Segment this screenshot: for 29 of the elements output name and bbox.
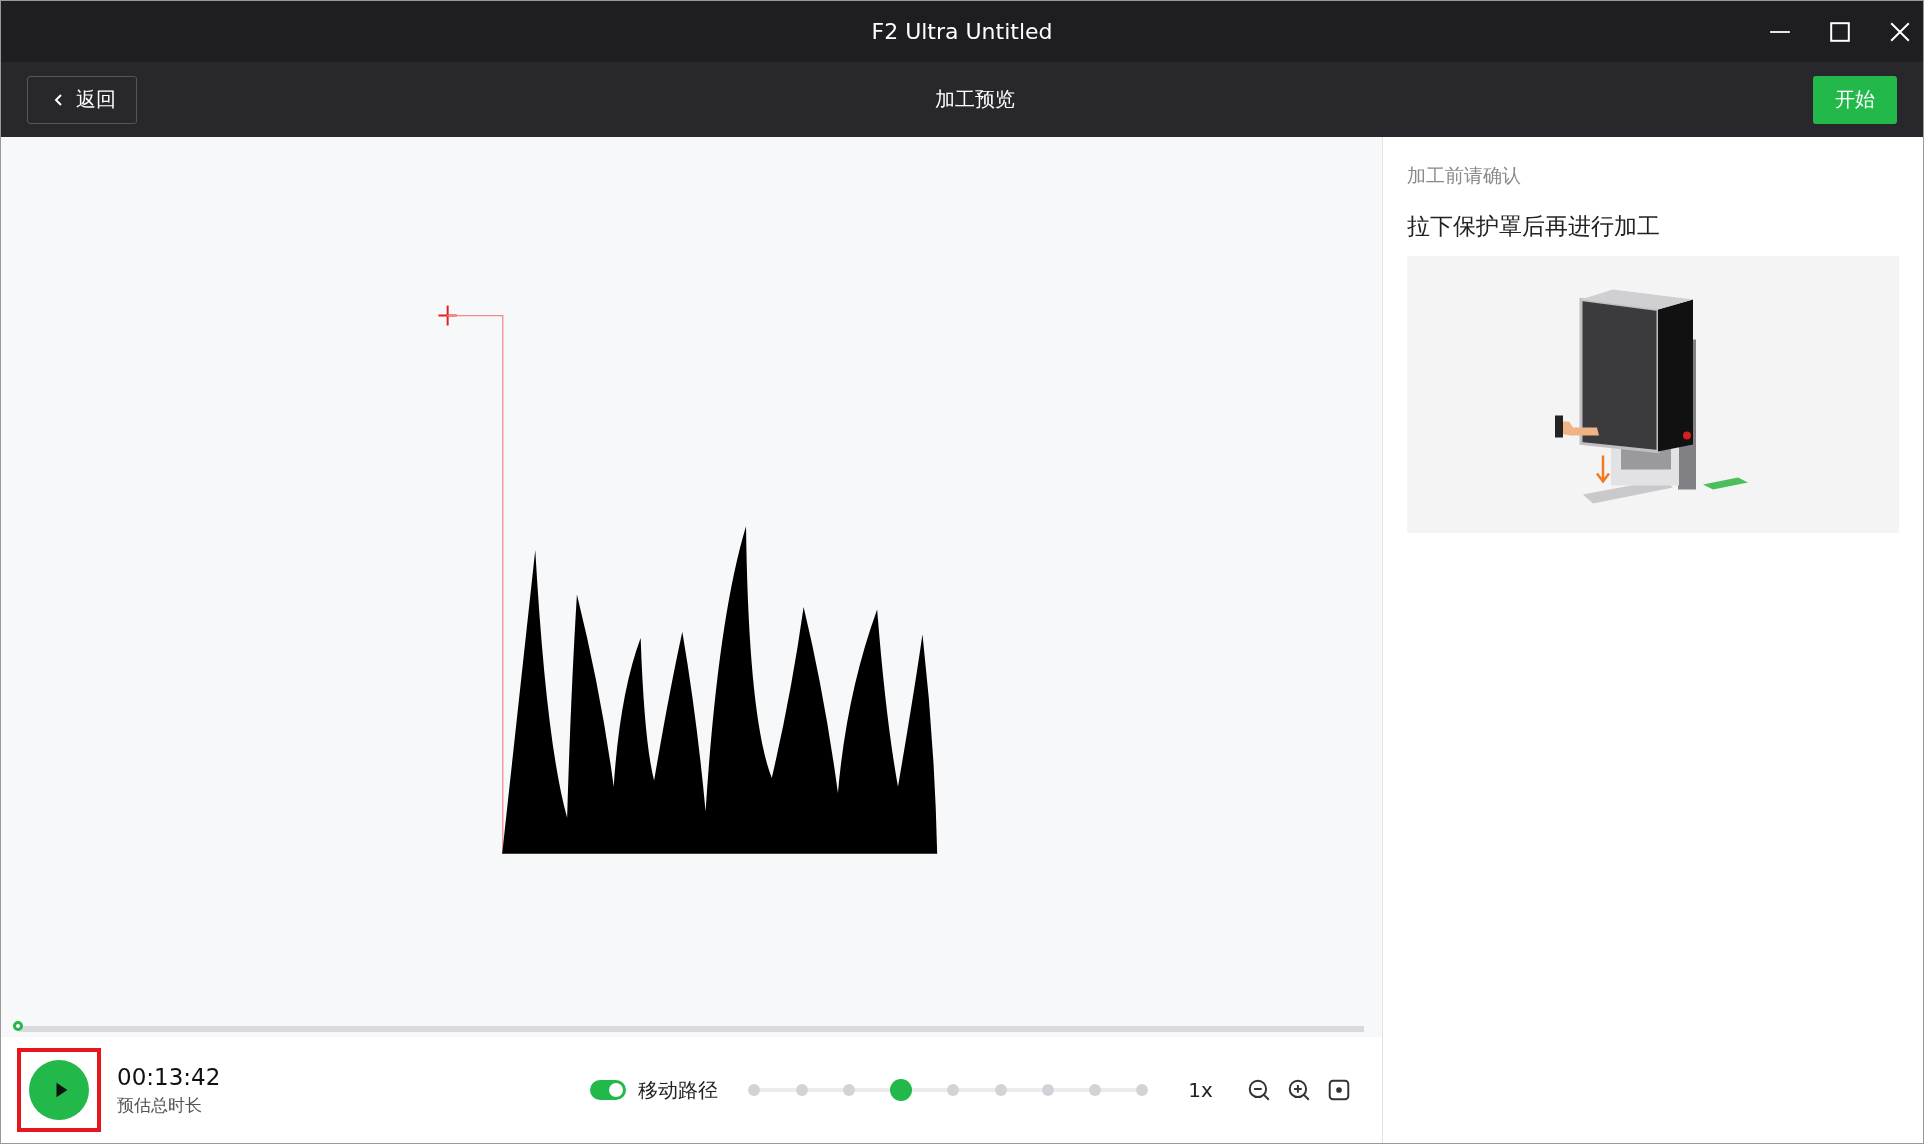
- move-path-toggle[interactable]: [590, 1080, 627, 1100]
- back-button[interactable]: 返回: [27, 75, 137, 124]
- move-path-label: 移动路径: [638, 1076, 719, 1104]
- fit-view-icon[interactable]: [1326, 1078, 1351, 1102]
- zoom-in-icon[interactable]: [1286, 1078, 1311, 1102]
- maximize-icon[interactable]: [1829, 20, 1851, 43]
- speed-slider[interactable]: [748, 1078, 1149, 1102]
- zoom-out-icon[interactable]: [1246, 1078, 1271, 1102]
- play-button[interactable]: [29, 1060, 89, 1120]
- progress-handle[interactable]: [13, 1021, 23, 1031]
- speed-step-dot: [994, 1084, 1007, 1096]
- page-title: 加工预览: [935, 86, 1015, 113]
- speed-handle[interactable]: [890, 1079, 913, 1101]
- chevron-left-icon: [54, 91, 64, 108]
- speed-reading: 1x: [1188, 1078, 1213, 1102]
- speed-step-dot: [1041, 1084, 1054, 1096]
- estimated-time: 00:13:42: [117, 1063, 221, 1090]
- speed-step-dot: [947, 1084, 960, 1096]
- speed-step-dot: [1089, 1084, 1102, 1096]
- crosshair-icon: [437, 304, 458, 327]
- close-icon[interactable]: [1889, 20, 1911, 43]
- speed-step-dot: [748, 1084, 761, 1096]
- speed-step-dot: [842, 1084, 855, 1096]
- notice-heading: 加工前请确认: [1407, 163, 1521, 188]
- speed-step-dot: [795, 1084, 808, 1096]
- notice-message: 拉下保护罩后再进行加工: [1407, 212, 1660, 241]
- window-title: F2 Ultra Untitled: [871, 19, 1053, 44]
- speed-step-dot: [1136, 1084, 1149, 1096]
- estimated-time-label: 预估总时长: [117, 1093, 203, 1117]
